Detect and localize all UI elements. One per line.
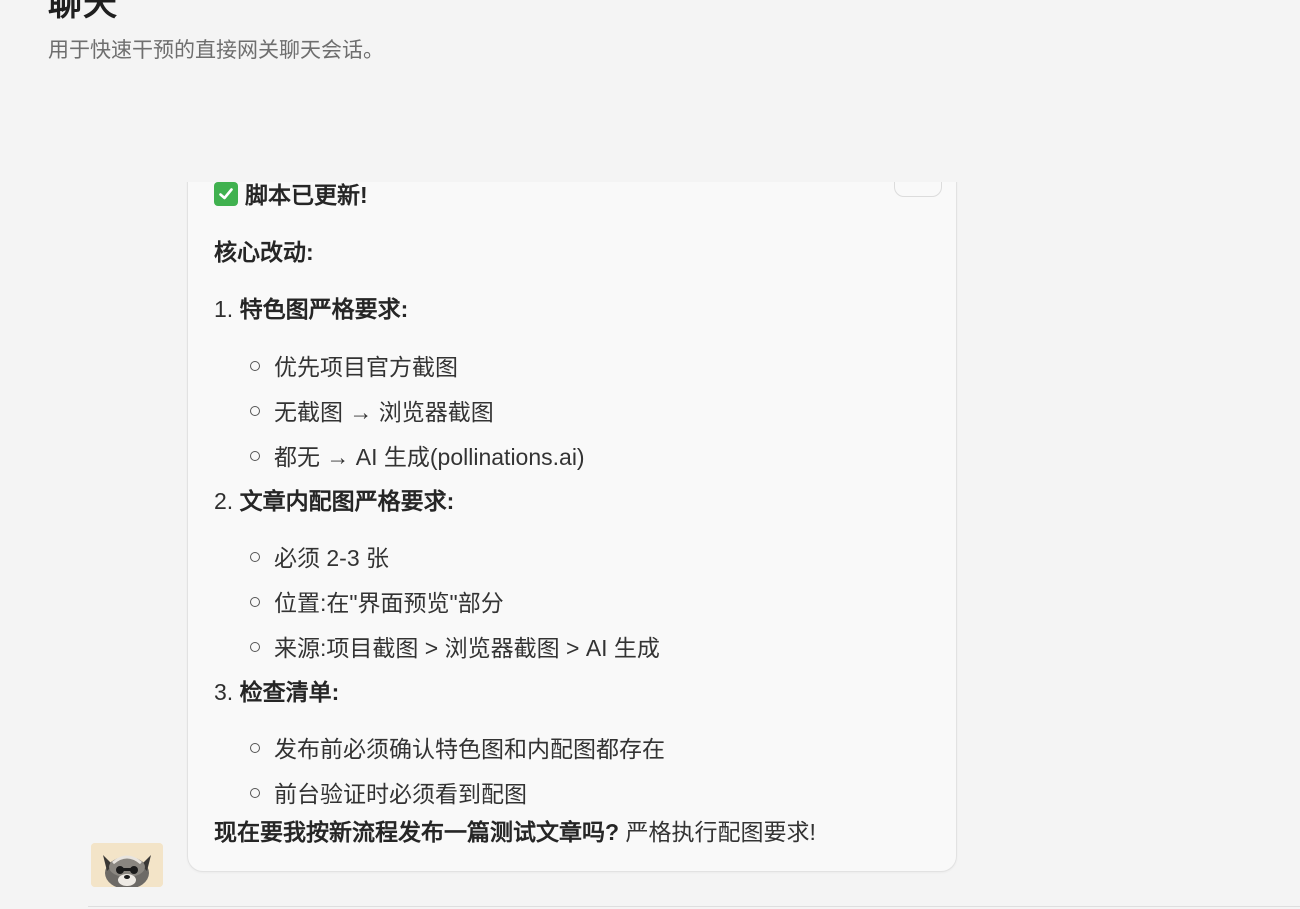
- list-item-title-text: 检查清单:: [239, 679, 340, 705]
- list-item-title: 3. 检查清单:: [214, 678, 339, 707]
- page-title: 聊天: [48, 0, 118, 23]
- bullet-circle-icon: [250, 406, 260, 416]
- bullet-text: 前台验证时必须看到配图: [274, 781, 527, 807]
- list-item-title: 2. 文章内配图严格要求:: [214, 487, 454, 516]
- bullet-circle-icon: [250, 743, 260, 753]
- list-bullet: 发布前必须确认特色图和内配图都存在: [250, 735, 665, 764]
- list-item-title-text: 特色图严格要求:: [239, 296, 409, 322]
- list-bullet: 无截图 → 浏览器截图: [250, 398, 494, 427]
- chat-thread[interactable]: 脚本已更新! 核心改动: 1. 特色图严格要求: 优先项目官方截图 无截图 → …: [0, 182, 1300, 909]
- check-mark-icon: [214, 182, 238, 206]
- list-bullet: 位置:在"界面预览"部分: [250, 589, 504, 618]
- list-bullet: 前台验证时必须看到配图: [250, 780, 527, 809]
- message-heading-text: 脚本已更新!: [245, 182, 368, 208]
- assistant-message-bubble: 脚本已更新! 核心改动: 1. 特色图严格要求: 优先项目官方截图 无截图 → …: [187, 182, 957, 872]
- closing-line: 现在要我按新流程发布一篇测试文章吗? 严格执行配图要求!: [214, 818, 816, 847]
- list-item-number: 2.: [214, 488, 234, 514]
- list-item-title-text: 文章内配图严格要求:: [239, 488, 455, 514]
- closing-question: 现在要我按新流程发布一篇测试文章吗?: [214, 819, 620, 845]
- copy-message-button[interactable]: [894, 182, 942, 197]
- list-bullet: 优先项目官方截图: [250, 353, 458, 382]
- list-item-title: 1. 特色图严格要求:: [214, 295, 408, 324]
- list-bullet: 必须 2-3 张: [250, 544, 389, 573]
- bullet-text: 无截图 → 浏览器截图: [274, 399, 494, 425]
- list-item-number: 1.: [214, 296, 234, 322]
- bullet-circle-icon: [250, 597, 260, 607]
- page-subtitle: 用于快速干预的直接网关聊天会话。: [48, 39, 384, 62]
- assistant-avatar[interactable]: [91, 843, 163, 887]
- bullet-text: 优先项目官方截图: [274, 354, 458, 380]
- bullet-circle-icon: [250, 361, 260, 371]
- bullet-circle-icon: [250, 642, 260, 652]
- message-heading: 脚本已更新!: [214, 182, 368, 210]
- bullet-circle-icon: [250, 788, 260, 798]
- composer-divider: [88, 906, 1300, 907]
- bullet-text: 来源:项目截图 > 浏览器截图 > AI 生成: [274, 635, 660, 661]
- bullet-circle-icon: [250, 552, 260, 562]
- bullet-text: 都无 → AI 生成(pollinations.ai): [274, 444, 585, 470]
- list-bullet: 都无 → AI 生成(pollinations.ai): [250, 443, 585, 472]
- bullet-text: 必须 2-3 张: [274, 545, 390, 571]
- list-item-number: 3.: [214, 679, 234, 705]
- closing-note: 严格执行配图要求!: [625, 819, 816, 845]
- section-label: 核心改动:: [214, 239, 314, 265]
- bullet-circle-icon: [250, 451, 260, 461]
- bullet-text: 发布前必须确认特色图和内配图都存在: [274, 736, 665, 762]
- bullet-text: 位置:在"界面预览"部分: [274, 590, 504, 616]
- dog-avatar-icon: [91, 843, 163, 887]
- chat-page: 聊天 用于快速干预的直接网关聊天会话。 脚本已更新! 核心改动: 1. 特色图严…: [0, 0, 1300, 909]
- list-bullet: 来源:项目截图 > 浏览器截图 > AI 生成: [250, 634, 660, 663]
